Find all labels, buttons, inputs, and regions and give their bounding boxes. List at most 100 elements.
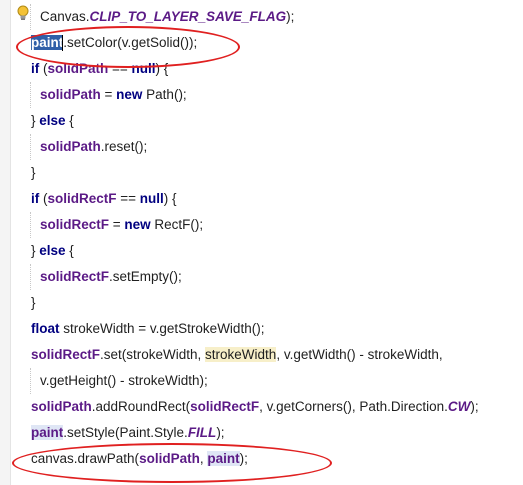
code-token: ) { xyxy=(155,61,169,76)
code-token: = xyxy=(109,217,125,232)
code-text: } else { xyxy=(31,238,74,264)
code-line[interactable]: } xyxy=(0,160,523,186)
code-token: .setColor(v.getSolid()); xyxy=(63,35,198,50)
code-token: .setEmpty(); xyxy=(109,269,182,284)
code-token: strokeWidth = v.getStrokeWidth(); xyxy=(59,321,265,336)
code-token: .setStyle(Paint.Style. xyxy=(63,425,188,440)
code-field-usage-highlight: paint xyxy=(31,425,64,440)
code-field: solidRectF xyxy=(40,269,110,284)
code-text: v.getHeight() - strokeWidth); xyxy=(40,368,208,394)
code-line[interactable]: } else { xyxy=(0,108,523,134)
code-token: } xyxy=(31,295,36,310)
code-line[interactable]: solidRectF.setEmpty(); xyxy=(0,264,523,290)
code-static-constant: FILL xyxy=(187,425,217,440)
code-keyword: new xyxy=(116,87,143,102)
code-token: Canvas. xyxy=(40,9,90,24)
code-line[interactable]: solidPath.reset(); xyxy=(0,134,523,160)
code-line[interactable]: } xyxy=(0,290,523,316)
code-token: { xyxy=(65,113,74,128)
code-field: solidRectF xyxy=(190,399,260,414)
code-field: solidRectF xyxy=(40,217,110,232)
code-static-constant: CLIP_TO_LAYER_SAVE_FLAG xyxy=(89,9,287,24)
code-token: ); xyxy=(239,451,248,466)
code-line[interactable]: solidPath = new Path(); xyxy=(0,82,523,108)
code-token: } xyxy=(31,165,36,180)
code-text: if (solidRectF == null) { xyxy=(31,186,177,212)
code-text: solidPath.addRoundRect(solidRectF, v.get… xyxy=(31,394,479,420)
code-text: solidRectF = new RectF(); xyxy=(40,212,203,238)
indent-guide xyxy=(30,4,32,30)
code-token: RectF(); xyxy=(150,217,204,232)
code-keyword: null xyxy=(139,191,164,206)
code-token: , v.getWidth() - strokeWidth, xyxy=(276,347,443,362)
code-text: if (solidPath == null) { xyxy=(31,56,168,82)
code-line[interactable]: paint.setStyle(Paint.Style.FILL); xyxy=(0,420,523,446)
code-line[interactable]: solidRectF = new RectF(); xyxy=(0,212,523,238)
code-keyword: else xyxy=(39,113,66,128)
indent-guide xyxy=(30,264,32,290)
indent-guide xyxy=(30,134,32,160)
code-token: .set(strokeWidth, xyxy=(100,347,206,362)
code-text: canvas.drawPath(solidPath, paint); xyxy=(31,446,248,472)
code-token: , v.getCorners(), Path.Direction. xyxy=(259,399,448,414)
code-token: Path(); xyxy=(142,87,187,102)
code-field: solidRectF xyxy=(31,347,101,362)
code-text: solidPath.reset(); xyxy=(40,134,147,160)
code-selection: paint xyxy=(31,35,64,50)
code-field: solidPath xyxy=(47,61,109,76)
code-token: canvas.drawPath( xyxy=(31,451,140,466)
code-field: solidPath xyxy=(40,87,101,102)
code-token: .reset(); xyxy=(100,139,148,154)
code-text: solidPath = new Path(); xyxy=(40,82,187,108)
code-keyword: if xyxy=(31,61,40,76)
code-editor[interactable]: Canvas.CLIP_TO_LAYER_SAVE_FLAG); paint.se… xyxy=(0,0,523,485)
code-token: v.getHeight() - strokeWidth); xyxy=(40,373,208,388)
code-line[interactable]: if (solidPath == null) { xyxy=(0,56,523,82)
code-text: solidRectF.setEmpty(); xyxy=(40,264,182,290)
code-line[interactable]: if (solidRectF == null) { xyxy=(0,186,523,212)
code-token: ); xyxy=(286,9,295,24)
code-line[interactable]: v.getHeight() - strokeWidth); xyxy=(0,368,523,394)
code-static-constant: CW xyxy=(447,399,471,414)
code-line[interactable]: solidPath.addRoundRect(solidRectF, v.get… xyxy=(0,394,523,420)
code-field: solidPath xyxy=(40,139,101,154)
indent-guide xyxy=(30,212,32,238)
code-text: float strokeWidth = v.getStrokeWidth(); xyxy=(31,316,264,342)
code-token: ); xyxy=(216,425,225,440)
code-line[interactable]: paint.setColor(v.getSolid()); xyxy=(0,30,523,56)
code-field: solidRectF xyxy=(47,191,117,206)
code-line[interactable]: Canvas.CLIP_TO_LAYER_SAVE_FLAG); xyxy=(0,4,523,30)
code-keyword: null xyxy=(131,61,156,76)
code-text: } else { xyxy=(31,108,74,134)
indent-guide xyxy=(30,82,32,108)
code-line[interactable]: } else { xyxy=(0,238,523,264)
code-token: == xyxy=(116,191,140,206)
code-text: } xyxy=(31,290,36,316)
code-keyword: new xyxy=(124,217,151,232)
code-token: { xyxy=(65,243,74,258)
code-text: paint.setColor(v.getSolid()); xyxy=(31,30,197,56)
code-token: = xyxy=(100,87,117,102)
code-token: ( xyxy=(39,191,48,206)
code-line[interactable]: canvas.drawPath(solidPath, paint); xyxy=(0,446,523,472)
code-field: solidPath xyxy=(139,451,200,466)
code-token: == xyxy=(108,61,132,76)
lightbulb-icon[interactable] xyxy=(16,5,30,21)
indent-guide xyxy=(30,368,32,394)
code-token: ( xyxy=(39,61,48,76)
code-usage-highlight: strokeWidth xyxy=(205,347,277,362)
code-field-usage-highlight: paint xyxy=(207,451,240,466)
code-text: solidRectF.set(strokeWidth, strokeWidth,… xyxy=(31,342,443,368)
code-keyword: if xyxy=(31,191,40,206)
code-token: ) { xyxy=(163,191,177,206)
code-text: Canvas.CLIP_TO_LAYER_SAVE_FLAG); xyxy=(40,4,294,30)
code-keyword: float xyxy=(31,321,60,336)
code-token: ); xyxy=(470,399,479,414)
code-field: solidPath xyxy=(31,399,92,414)
code-line[interactable]: solidRectF.set(strokeWidth, strokeWidth,… xyxy=(0,342,523,368)
code-line[interactable]: float strokeWidth = v.getStrokeWidth(); xyxy=(0,316,523,342)
code-token: .addRoundRect( xyxy=(91,399,191,414)
code-keyword: else xyxy=(39,243,66,258)
code-text: } xyxy=(31,160,36,186)
code-text: paint.setStyle(Paint.Style.FILL); xyxy=(31,420,225,446)
